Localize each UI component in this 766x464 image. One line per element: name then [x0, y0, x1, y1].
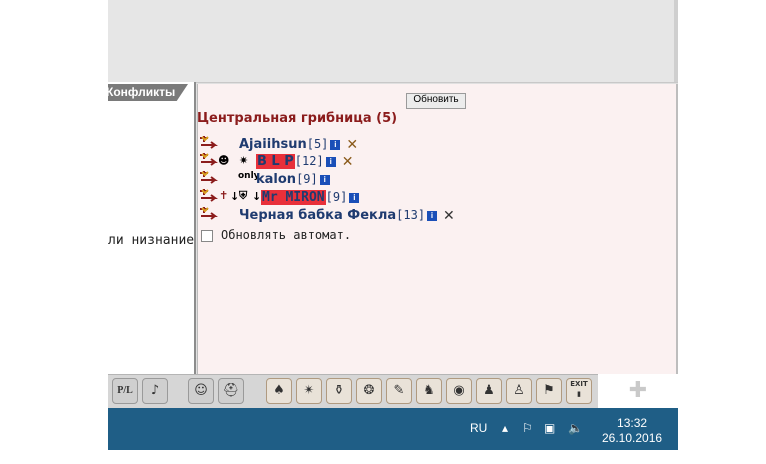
- user-level: [12]: [294, 154, 324, 168]
- globe-icon[interactable]: ◉: [446, 378, 472, 404]
- flag-icon[interactable]: ⚑: [536, 378, 562, 404]
- user-nick[interactable]: kalon[9] i: [256, 171, 330, 188]
- nick-text[interactable]: Черная бабка Фекла: [239, 208, 396, 223]
- private-arrow-icon[interactable]: [199, 136, 219, 150]
- user-level: [13]: [396, 208, 426, 222]
- info-icon[interactable]: i: [330, 139, 341, 150]
- user-nick[interactable]: Mr MIRON[9] i: [261, 189, 360, 206]
- exit-button[interactable]: EXIT ▮: [566, 378, 592, 404]
- room-title: Центральная грибница (5): [197, 111, 398, 126]
- remove-icon[interactable]: ✕: [443, 208, 455, 224]
- user-level: [9]: [325, 190, 348, 204]
- user-nick[interactable]: Черная бабка Фекла[13] i ✕: [239, 207, 455, 224]
- info-icon[interactable]: i: [427, 210, 438, 221]
- clock-date: 26.10.2016: [602, 431, 663, 445]
- private-arrow-icon[interactable]: [199, 207, 219, 221]
- cross-icon: ✝: [219, 189, 229, 202]
- people-icon[interactable]: ♟: [476, 378, 502, 404]
- chevron-up-icon[interactable]: ▴: [502, 421, 508, 435]
- nick-text[interactable]: B L P: [256, 154, 295, 169]
- bottom-toolbar: P/L ♪ ☺ ⛑ ♠ ✴ ⚱ ❂ ✎ ♞ ◉ ♟ ♙ ⚑ EXIT ▮: [108, 374, 678, 409]
- panel-divider[interactable]: [194, 82, 196, 374]
- top-area: [108, 0, 678, 83]
- group-icon[interactable]: ♙: [506, 378, 532, 404]
- private-arrow-icon[interactable]: [199, 189, 219, 203]
- remove-icon[interactable]: ✕: [346, 137, 358, 153]
- private-arrow-icon[interactable]: [199, 171, 219, 185]
- arrow-down-icon: ↓: [230, 190, 240, 203]
- demon-icon: ☻: [218, 154, 230, 167]
- nick-text[interactable]: Ajaiihsun: [239, 137, 307, 152]
- hood-icon[interactable]: ♠: [266, 378, 292, 404]
- user-nick[interactable]: B L P[12] i ✕: [256, 153, 353, 170]
- tab-conflicts-label: Конфликты: [108, 85, 176, 99]
- clock-time: 13:32: [617, 416, 648, 430]
- music-icon[interactable]: ♪: [142, 378, 168, 404]
- language-indicator[interactable]: RU: [470, 421, 487, 435]
- game-window: Конфликты ли низнание Обновить Центральн…: [108, 0, 678, 450]
- pl-button[interactable]: P/L: [112, 378, 138, 404]
- left-panel: [108, 82, 195, 374]
- info-icon[interactable]: i: [319, 174, 330, 185]
- nick-text[interactable]: kalon: [256, 172, 296, 187]
- clock[interactable]: 13:32 26.10.2016: [602, 416, 662, 446]
- auto-update-label: Обновлять автомат.: [221, 228, 352, 242]
- exit-label: EXIT: [570, 380, 588, 388]
- smiley-icon[interactable]: ☺: [188, 378, 214, 404]
- remove-icon[interactable]: ✕: [342, 154, 354, 170]
- scroll-icon[interactable]: ✎: [386, 378, 412, 404]
- volume-icon[interactable]: 🔈: [568, 421, 583, 435]
- dragon-icon[interactable]: ♞: [416, 378, 442, 404]
- helmet-icon[interactable]: ⛑: [218, 378, 244, 404]
- left-panel-text: ли низнание: [108, 233, 195, 248]
- puzzle-icon: ✚: [598, 374, 678, 408]
- treasure-icon[interactable]: ❂: [356, 378, 382, 404]
- star-icon: ✷: [239, 154, 249, 167]
- auto-update-checkbox[interactable]: [201, 229, 213, 242]
- arrow-down-icon: ↓: [252, 190, 262, 203]
- spark-icon[interactable]: ✴: [296, 378, 322, 404]
- user-level: [9]: [296, 172, 318, 186]
- refresh-button[interactable]: Обновить: [406, 93, 466, 109]
- private-arrow-icon[interactable]: [199, 153, 219, 167]
- user-level: [5]: [306, 137, 329, 151]
- nick-text[interactable]: Mr MIRON: [261, 190, 326, 205]
- right-strip: [674, 0, 678, 82]
- windows-taskbar: [108, 408, 678, 450]
- info-icon[interactable]: i: [325, 156, 336, 167]
- user-nick[interactable]: Ajaiihsun[5] i ✕: [239, 136, 358, 153]
- bag-icon[interactable]: ⚱: [326, 378, 352, 404]
- info-icon[interactable]: i: [349, 192, 360, 203]
- tab-conflicts[interactable]: Конфликты: [108, 84, 188, 101]
- auto-update-toggle[interactable]: Обновлять автомат.: [201, 228, 351, 242]
- flag-icon[interactable]: ⚐: [522, 421, 533, 435]
- network-icon[interactable]: ▣: [544, 421, 555, 435]
- shield-icon: ⛨: [239, 189, 248, 202]
